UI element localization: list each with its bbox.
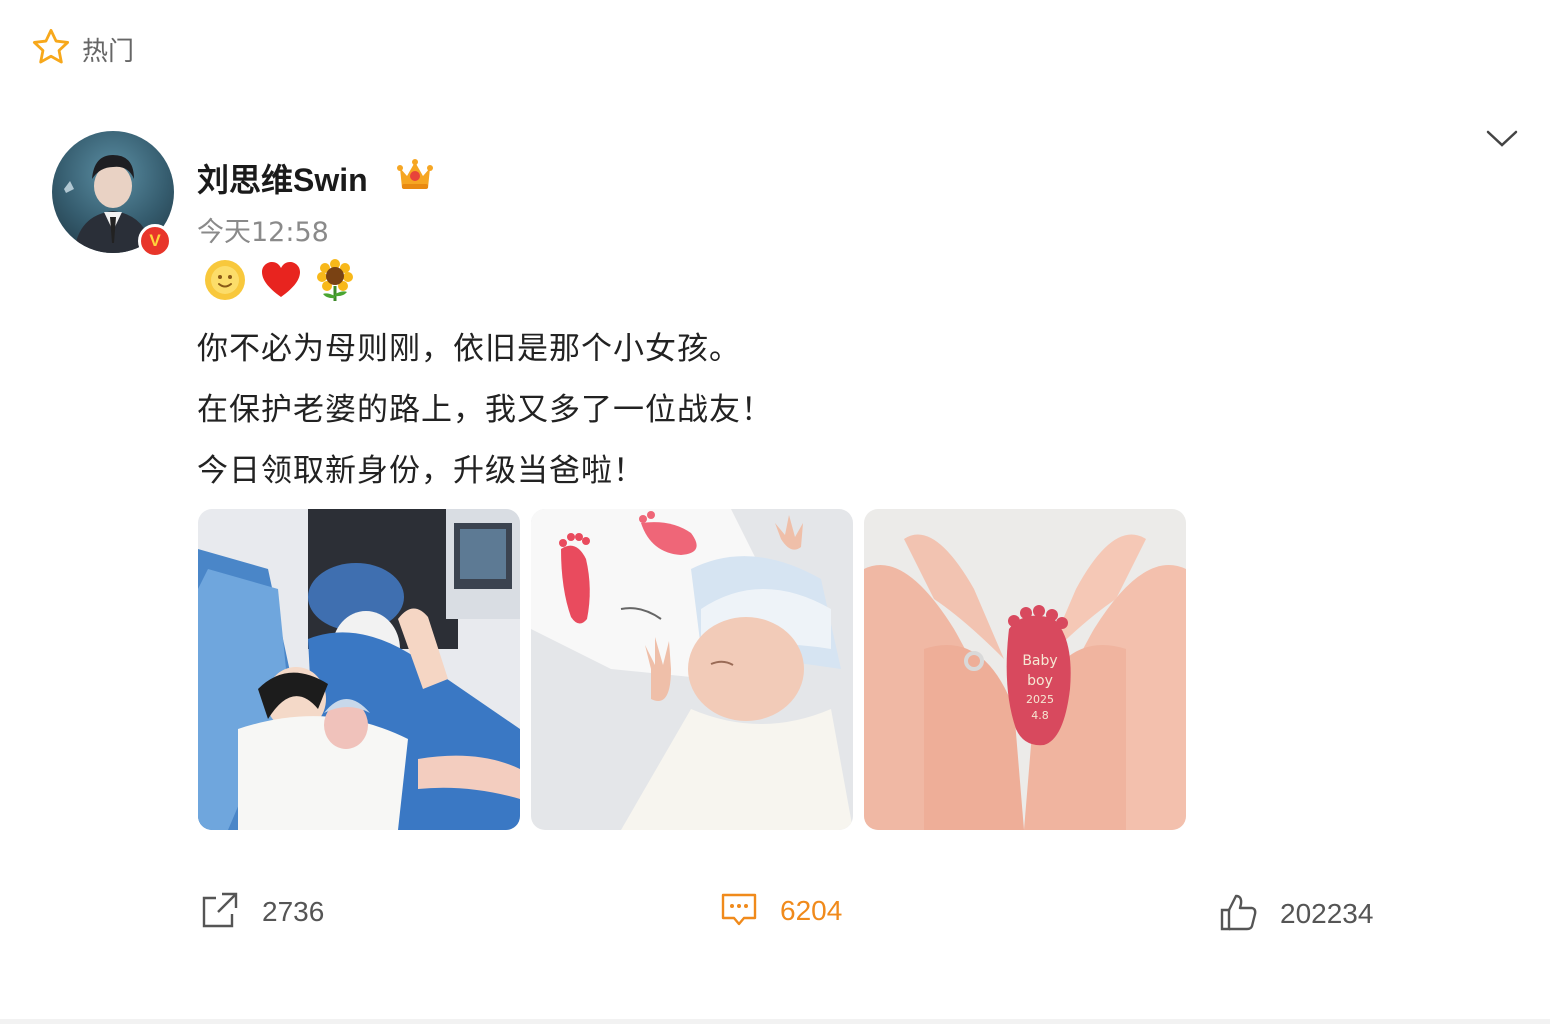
photo-newborn-footprint[interactable]	[531, 509, 853, 830]
member-crown-icon[interactable]	[396, 156, 434, 196]
heart-emoji-icon	[259, 258, 303, 306]
share-icon	[200, 890, 240, 934]
thumbs-up-icon	[1218, 892, 1258, 936]
comment-icon	[720, 890, 758, 932]
like-button[interactable]: 202234	[1218, 892, 1373, 936]
post-time: 今天12:58	[197, 217, 329, 248]
star-icon	[30, 26, 72, 72]
emoji-row	[203, 258, 355, 306]
post-text-line: 在保护老婆的路上，我又多了一位战友！	[197, 392, 773, 428]
username[interactable]: 刘思维Swin	[197, 155, 368, 201]
verified-badge-icon: V	[138, 224, 172, 258]
hot-label: 热门	[82, 36, 135, 67]
hot-section-header[interactable]: 热门	[30, 26, 134, 72]
post-text-line: 你不必为母则刚，依旧是那个小女孩。	[197, 331, 741, 367]
caption-boy: boy	[1027, 673, 1053, 689]
comment-button[interactable]: 6204	[720, 890, 842, 932]
repost-count: 2736	[262, 896, 325, 927]
like-count: 202234	[1280, 898, 1374, 929]
sunflower-emoji-icon	[315, 258, 355, 306]
smile-emoji-icon	[203, 258, 247, 306]
photo-family-hospital[interactable]	[198, 509, 520, 830]
caption-date: 4.8	[1031, 709, 1049, 722]
repost-button[interactable]: 2736	[200, 890, 324, 934]
chevron-down-icon[interactable]	[1484, 126, 1520, 154]
caption-baby: Baby	[1022, 653, 1057, 669]
caption-year: 2025	[1026, 693, 1054, 706]
comment-count: 6204	[780, 895, 843, 926]
post-divider	[0, 1019, 1550, 1024]
photo-baby-foot-in-hands[interactable]: Baby boy 2025 4.8	[864, 509, 1186, 830]
post-text-line: 今日领取新身份，升级当爸啦！	[197, 453, 645, 489]
